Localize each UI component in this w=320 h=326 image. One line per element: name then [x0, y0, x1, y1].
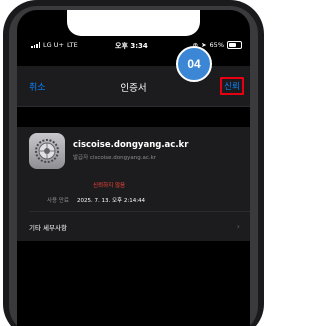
phone-notch — [67, 10, 200, 36]
trust-button-label: 신뢰 — [224, 82, 240, 92]
status-bar: LG U+ LTE 오후 3:34 ⊕ ➤ 65% — [17, 38, 250, 54]
battery-icon — [227, 41, 242, 49]
certificate-name: ciscoise.dongyang.ac.kr — [73, 140, 189, 150]
battery-percent: 65% — [209, 41, 224, 49]
phone-screen: LG U+ LTE 오후 3:34 ⊕ ➤ 65% 취소 인증서 신뢰 cisc… — [17, 10, 250, 326]
settings-gear-icon — [29, 133, 65, 169]
trust-button[interactable]: 신뢰 — [220, 77, 244, 95]
certificate-issuer: 발급자 ciscoise.dongyang.ac.kr — [73, 155, 157, 161]
trust-status: 신뢰하지 않음 — [93, 183, 126, 189]
expiry-label: 사용 만료 — [47, 198, 69, 204]
certificate-card: ciscoise.dongyang.ac.kr 발급자 ciscoise.don… — [17, 127, 250, 241]
status-time: 오후 3:34 — [115, 42, 148, 50]
navigation-bar: 취소 인증서 신뢰 — [17, 66, 250, 107]
signal-icon — [31, 42, 40, 48]
page-title: 인증서 — [120, 83, 147, 94]
more-details-label: 기타 세부사항 — [29, 224, 67, 232]
chevron-right-icon: › — [236, 222, 240, 231]
page: LG U+ LTE 오후 3:34 ⊕ ➤ 65% 취소 인증서 신뢰 cisc… — [0, 0, 267, 326]
status-left: LG U+ LTE — [31, 41, 78, 49]
more-details-row[interactable]: 기타 세부사항 › — [17, 212, 250, 241]
step-badge: 04 — [176, 46, 212, 82]
network-label: LTE — [66, 41, 78, 49]
expiry-value: 2025. 7. 13. 오후 2:14:44 — [77, 198, 146, 204]
carrier-label: LG U+ — [43, 41, 64, 49]
